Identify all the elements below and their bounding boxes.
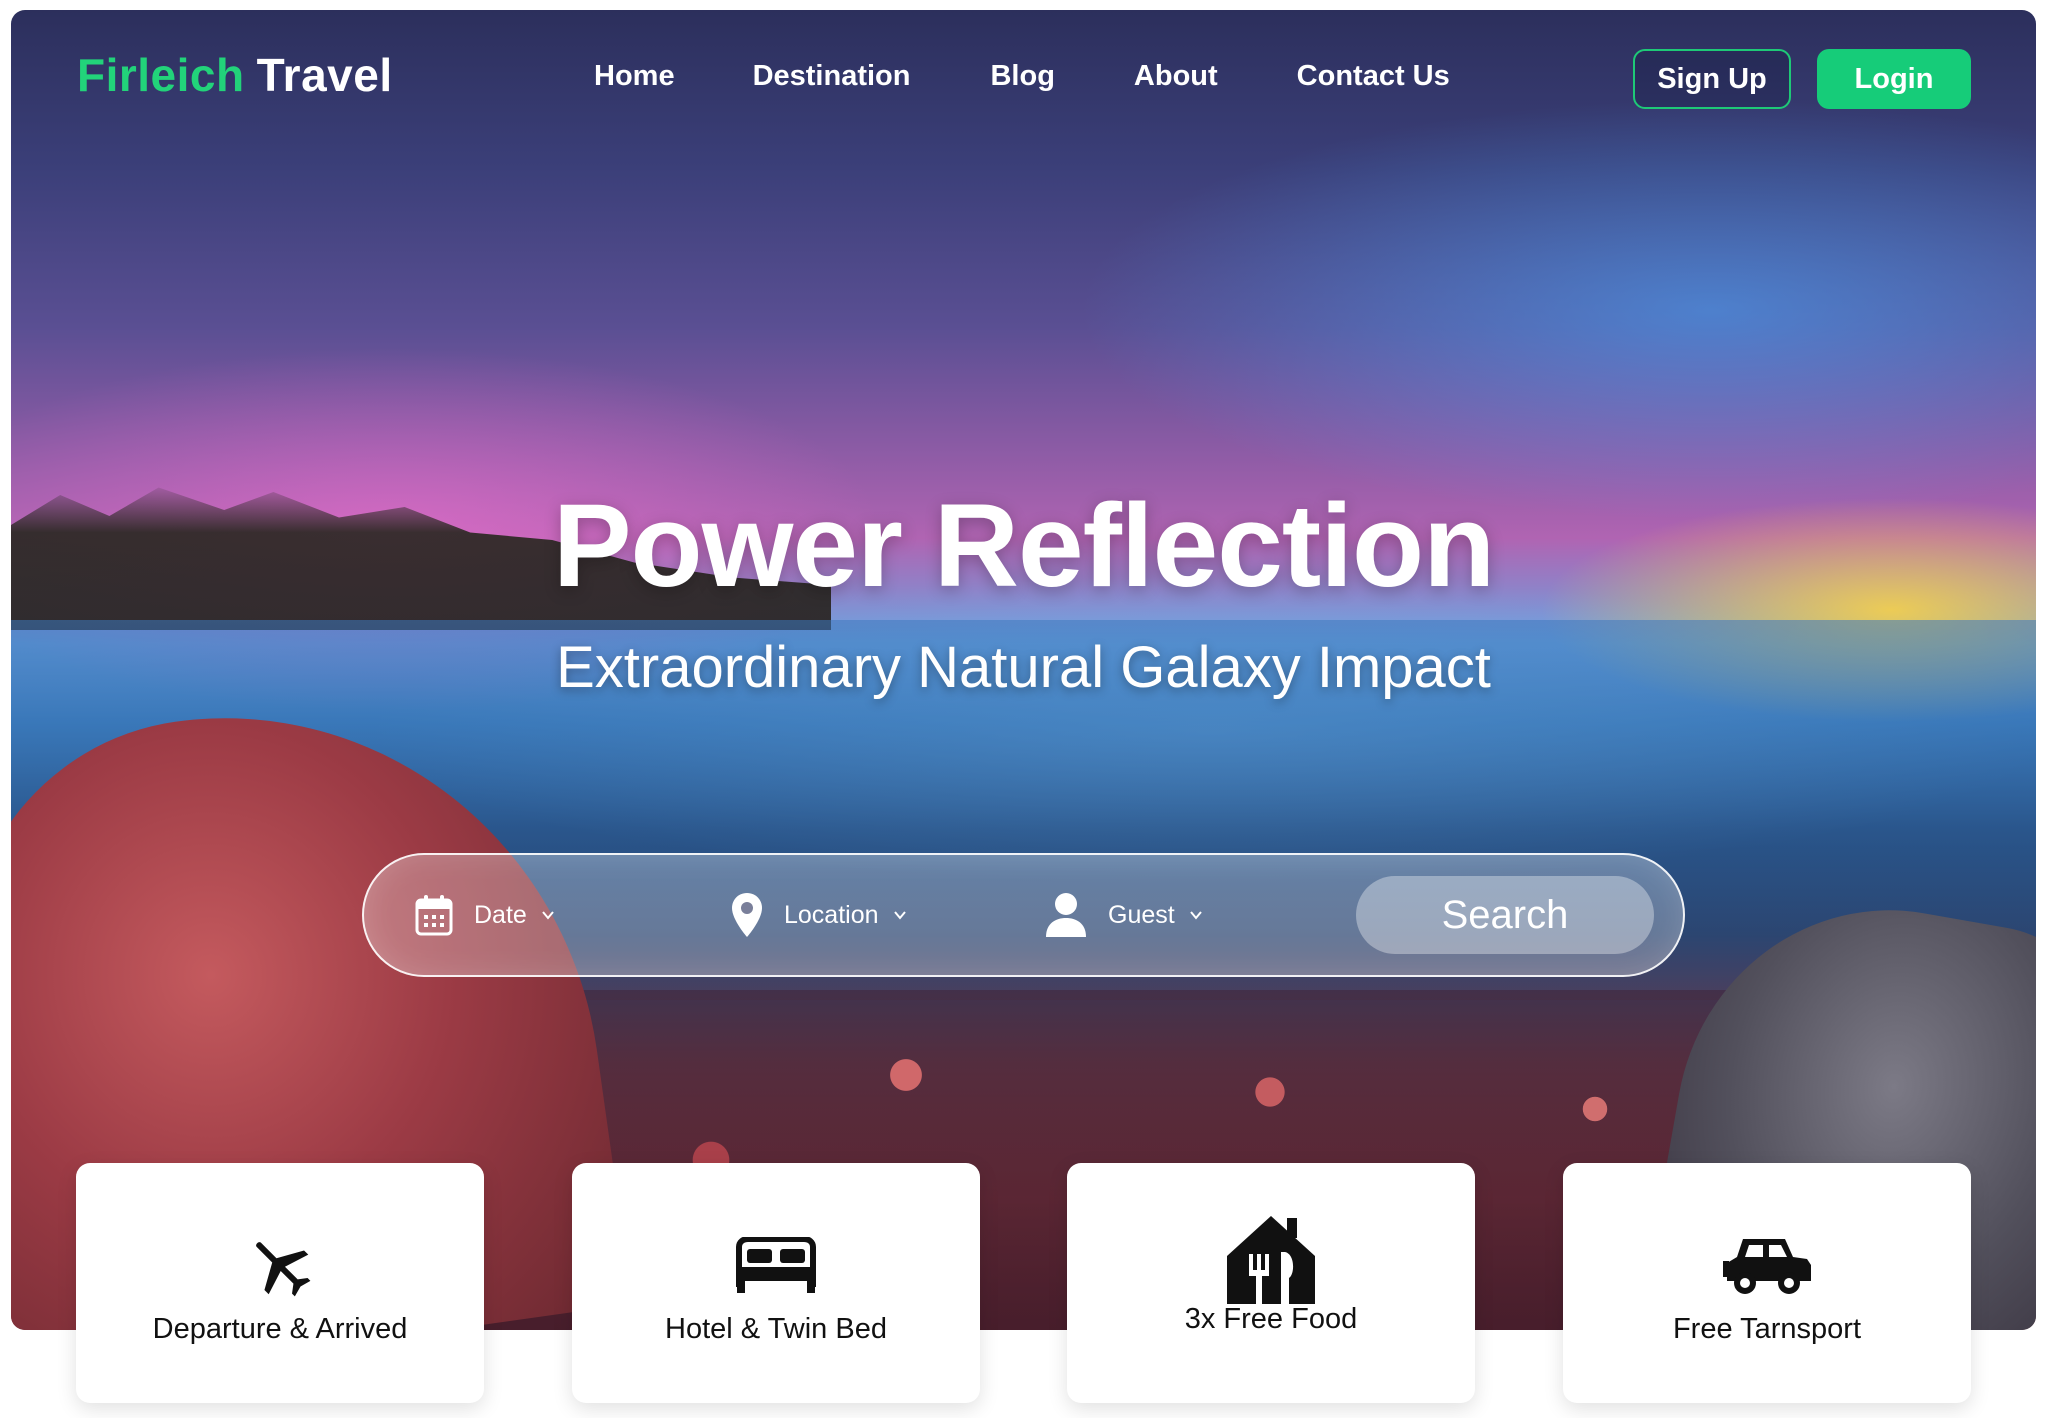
date-label: Date (474, 900, 527, 929)
feature-label: Departure & Arrived (152, 1313, 408, 1345)
guest-dropdown[interactable]: Guest (1044, 855, 1203, 975)
airplane-icon (256, 1242, 311, 1297)
feature-label: Hotel & Twin Bed (665, 1313, 887, 1345)
hero-title: Power Reflection (552, 480, 1495, 612)
hero-subtitle: Extraordinary Natural Galaxy Impact (556, 635, 1491, 700)
location-pin-icon (732, 893, 762, 937)
location-label: Location (784, 900, 879, 929)
chevron-down-icon (893, 911, 906, 920)
feature-label: 3x Free Food (1184, 1303, 1358, 1335)
logo-suffix: Travel (256, 49, 393, 101)
feature-card-flights[interactable]: Departure & Arrived (76, 1163, 484, 1403)
nav-about[interactable]: About (1134, 60, 1218, 93)
nav-destination[interactable]: Destination (753, 60, 911, 93)
main-nav: Home Destination Blog About Contact Us (594, 60, 1450, 93)
feature-card-transport[interactable]: Free Tarnsport (1563, 1163, 1971, 1403)
food-house-icon (1227, 1216, 1315, 1304)
guest-label: Guest (1108, 900, 1175, 929)
feature-card-hotel[interactable]: Hotel & Twin Bed (572, 1163, 980, 1403)
date-dropdown[interactable]: Date (414, 855, 555, 975)
search-button[interactable]: Search (1356, 876, 1654, 954)
chevron-down-icon (1189, 911, 1202, 920)
logo-brand: Firleich (77, 49, 245, 101)
chevron-down-icon (542, 911, 554, 920)
nav-home[interactable]: Home (594, 60, 675, 93)
user-icon (1046, 893, 1086, 937)
booking-search-bar: Date Location Guest Search (362, 853, 1685, 977)
feature-label: Free Tarnsport (1672, 1313, 1862, 1345)
signup-button[interactable]: Sign Up (1633, 49, 1791, 109)
bed-icon (736, 1237, 816, 1293)
nav-blog[interactable]: Blog (990, 60, 1054, 93)
jeep-icon (1723, 1239, 1811, 1294)
login-button[interactable]: Login (1817, 49, 1971, 109)
location-dropdown[interactable]: Location (730, 855, 907, 975)
site-logo[interactable]: Firleich Travel (77, 48, 393, 102)
calendar-icon (415, 895, 453, 936)
nav-contact-us[interactable]: Contact Us (1297, 60, 1450, 93)
feature-card-food[interactable]: 3x Free Food (1067, 1163, 1475, 1403)
